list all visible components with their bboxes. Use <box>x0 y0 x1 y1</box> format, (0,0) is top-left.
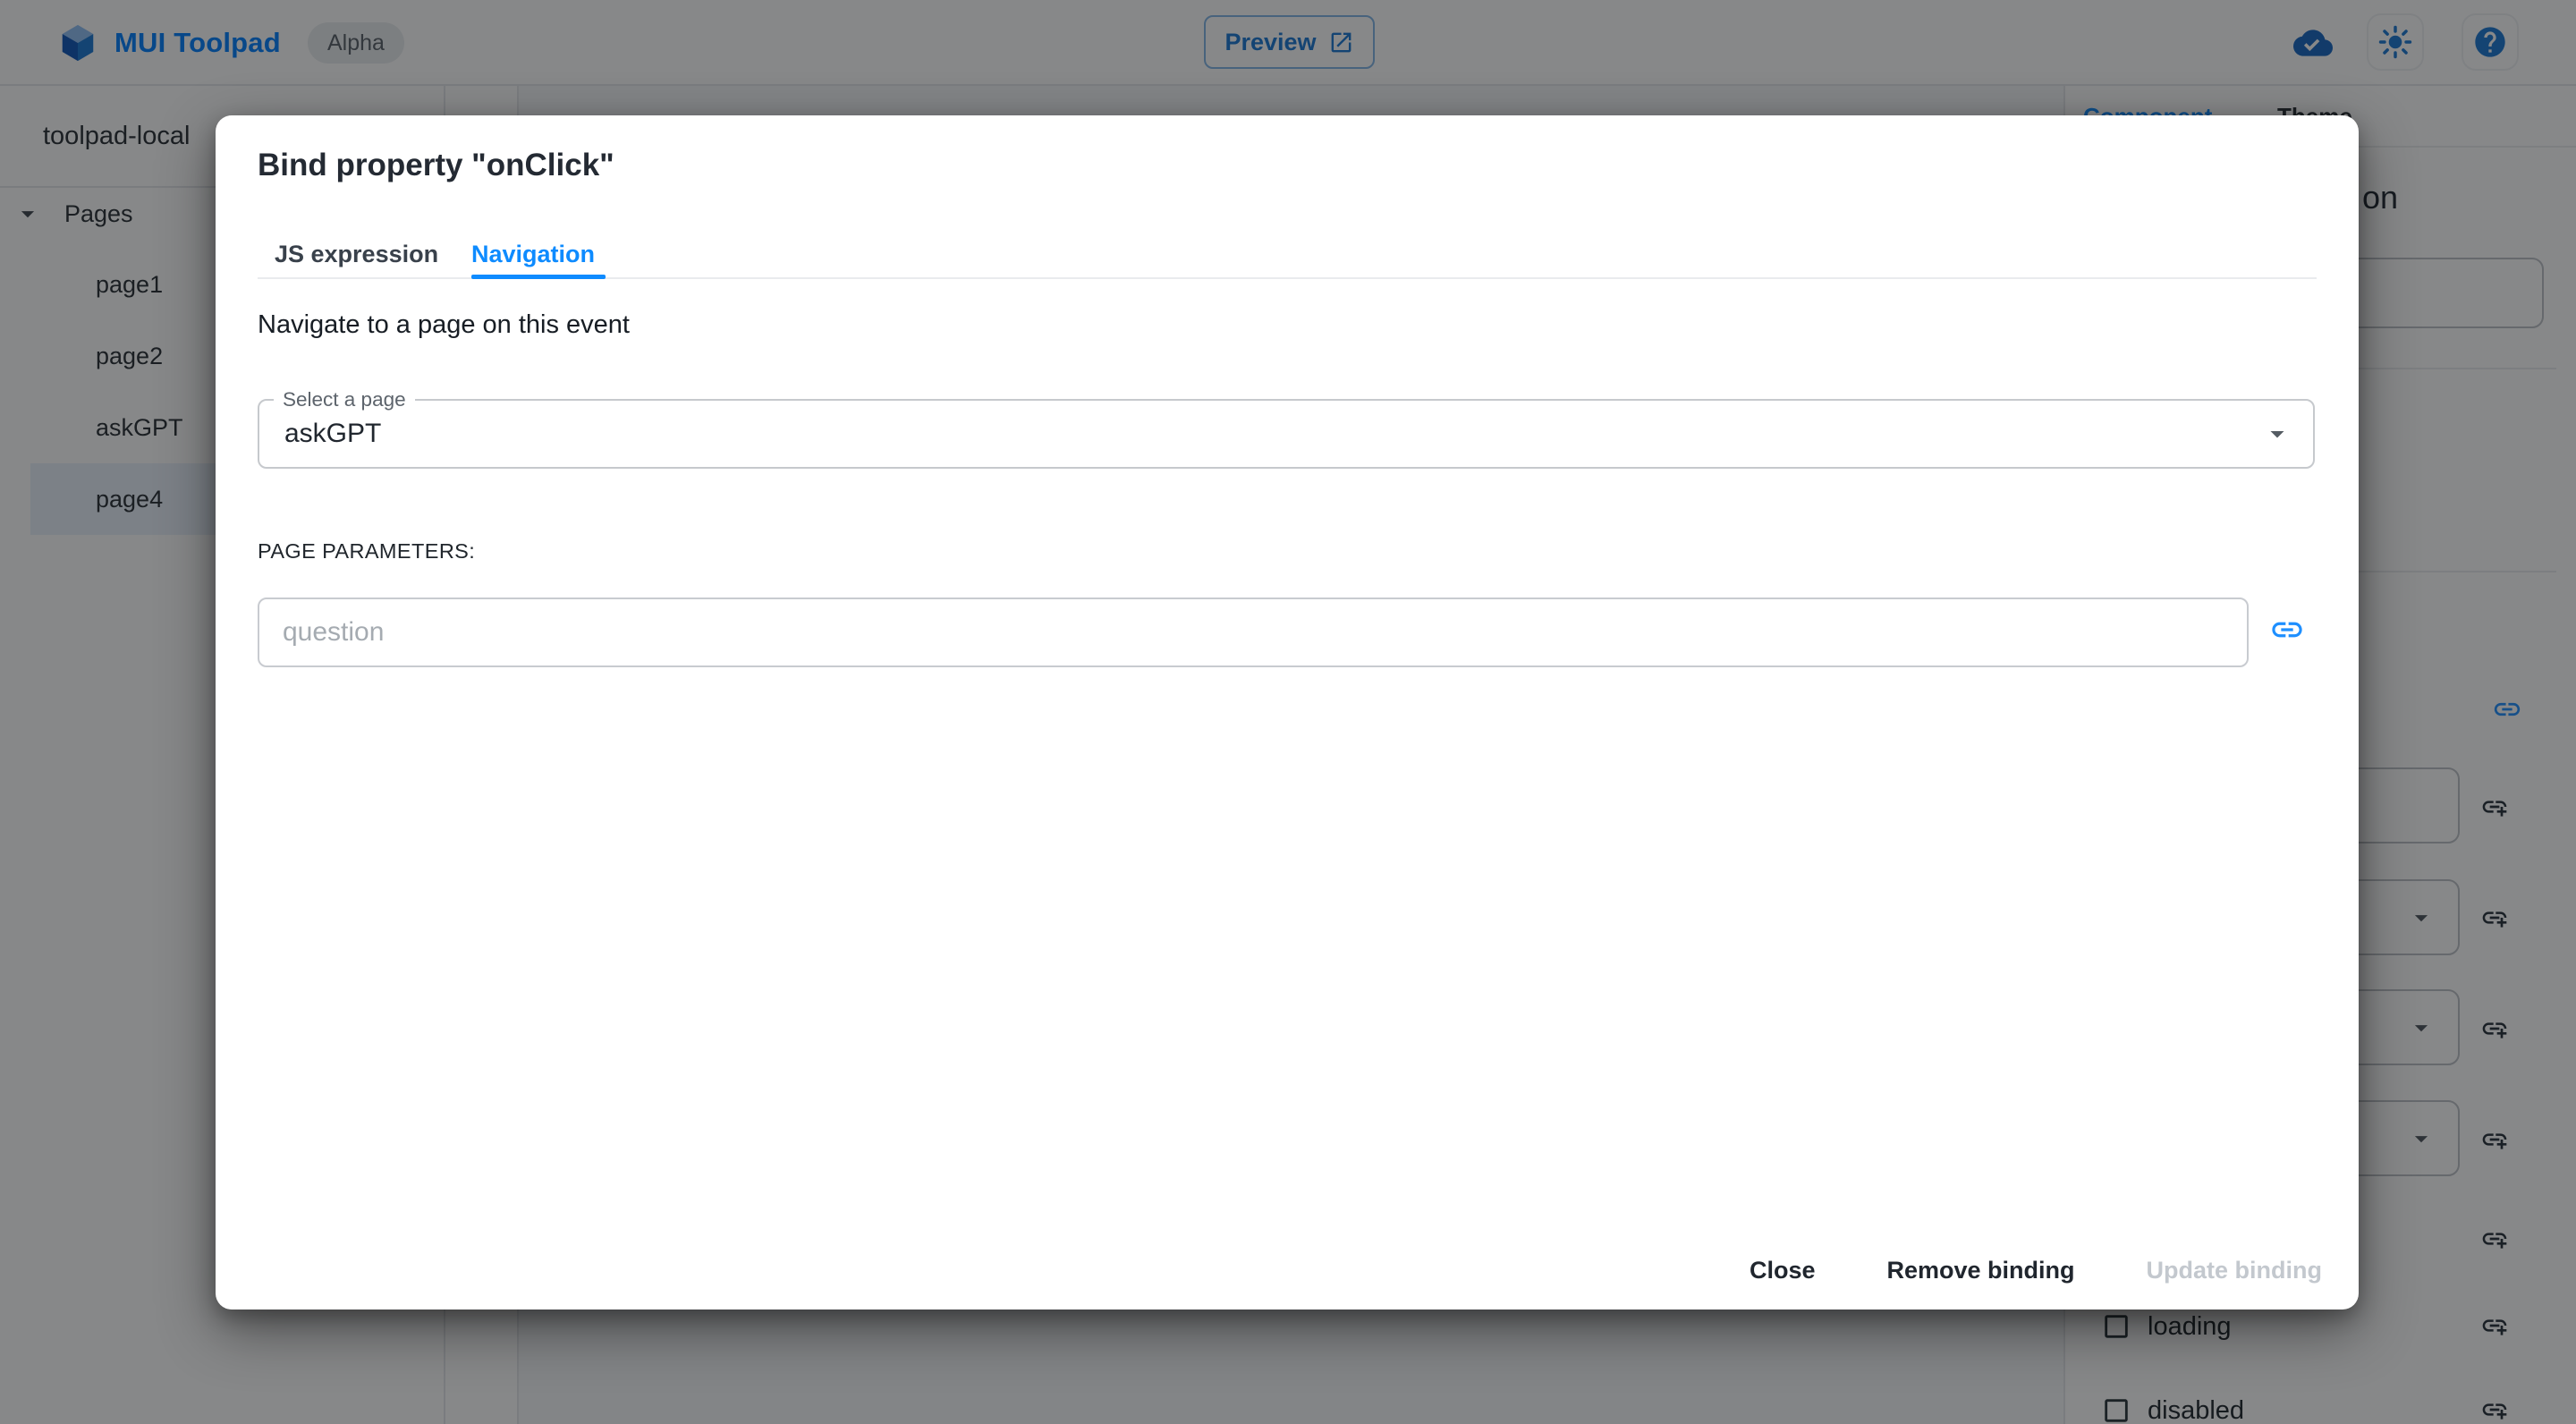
tab-js-expression[interactable]: JS expression <box>275 241 438 268</box>
remove-binding-button[interactable]: Remove binding <box>1880 1257 2082 1284</box>
bind-property-dialog: Bind property "onClick" JS expression Na… <box>216 115 2359 1310</box>
question-input[interactable] <box>259 599 2247 665</box>
app-root: MUI Toolpad Alpha Preview <box>0 0 2576 1424</box>
page-parameters-heading: PAGE PARAMETERS: <box>258 539 476 563</box>
tab-navigation[interactable]: Navigation <box>471 241 595 268</box>
page-parameter-field <box>258 598 2249 667</box>
select-value: askGPT <box>284 419 382 448</box>
update-binding-button[interactable]: Update binding <box>2140 1257 2329 1284</box>
bind-parameter-link-icon[interactable] <box>2269 612 2305 648</box>
close-button[interactable]: Close <box>1742 1257 1823 1284</box>
dialog-description: Navigate to a page on this event <box>258 310 630 339</box>
dialog-title: Bind property "onClick" <box>258 148 614 182</box>
active-tab-indicator <box>471 275 606 279</box>
dropdown-caret-icon <box>2270 431 2284 438</box>
dialog-actions: Close Remove binding Update binding <box>1742 1244 2329 1296</box>
select-a-page-dropdown[interactable]: Select a page askGPT <box>258 388 2315 469</box>
